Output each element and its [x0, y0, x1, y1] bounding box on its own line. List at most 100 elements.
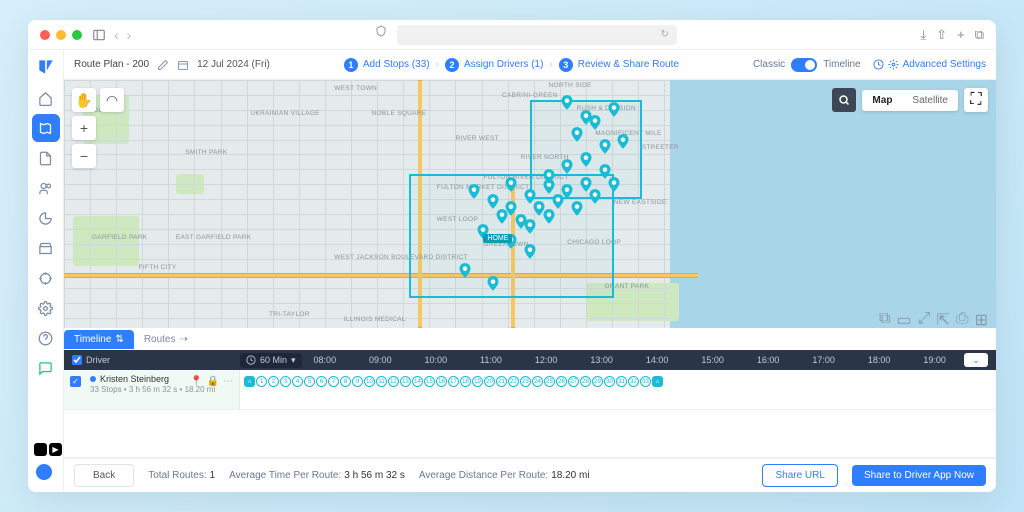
- stop-chip[interactable]: 27: [568, 376, 579, 387]
- close-icon[interactable]: [40, 30, 50, 40]
- map-pin[interactable]: [580, 152, 591, 167]
- stop-home[interactable]: ⌂: [244, 376, 255, 387]
- stop-home[interactable]: ⌂: [652, 376, 663, 387]
- stop-chip[interactable]: 19: [472, 376, 483, 387]
- stop-chip[interactable]: 18: [460, 376, 471, 387]
- driver-cell[interactable]: ✓ Kristen Steinberg 33 Stops • 3 h 56 m …: [64, 370, 240, 409]
- nav-back-icon[interactable]: ‹: [114, 27, 119, 43]
- apple-store-icon[interactable]: [34, 443, 47, 456]
- stop-chip[interactable]: 9: [352, 376, 363, 387]
- map-pin[interactable]: [571, 127, 582, 142]
- stop-chip[interactable]: 23: [520, 376, 531, 387]
- more-icon[interactable]: ⋯: [223, 376, 233, 387]
- pan-tool-icon[interactable]: ✋: [72, 88, 96, 112]
- lasso-tool-icon[interactable]: ◠: [100, 88, 124, 112]
- new-tab-icon[interactable]: +: [957, 27, 965, 43]
- copy-icon[interactable]: ⧉: [879, 310, 890, 330]
- stop-chip[interactable]: 11: [376, 376, 387, 387]
- share-driver-app-button[interactable]: Share to Driver App Now: [852, 465, 986, 486]
- stop-chip[interactable]: 8: [340, 376, 351, 387]
- share-url-button[interactable]: Share URL: [762, 464, 837, 487]
- interval-select[interactable]: 60 Min ▾: [240, 353, 302, 368]
- stop-chip[interactable]: 29: [592, 376, 603, 387]
- nav-analytics[interactable]: [32, 204, 60, 232]
- home-marker[interactable]: HOME: [483, 234, 512, 243]
- map-type-toggle[interactable]: Map Satellite: [862, 90, 958, 111]
- minimize-icon[interactable]: [56, 30, 66, 40]
- map-pin[interactable]: [562, 184, 573, 199]
- sidebar-toggle-icon[interactable]: [92, 28, 106, 42]
- nav-store[interactable]: [32, 234, 60, 262]
- map-pin[interactable]: [506, 201, 517, 216]
- stop-chip[interactable]: 10: [364, 376, 375, 387]
- stop-chip[interactable]: 3: [280, 376, 291, 387]
- stop-chip[interactable]: 31: [616, 376, 627, 387]
- map-pin[interactable]: [487, 276, 498, 291]
- map-pin[interactable]: [608, 177, 619, 192]
- stop-chip[interactable]: 1: [256, 376, 267, 387]
- stop-chip[interactable]: 25: [544, 376, 555, 387]
- map-pin[interactable]: [459, 263, 470, 278]
- stop-chip[interactable]: 21: [496, 376, 507, 387]
- stop-chip[interactable]: 6: [316, 376, 327, 387]
- lock-icon[interactable]: 🔒: [207, 376, 219, 387]
- map-pin[interactable]: [590, 189, 601, 204]
- folder-icon[interactable]: ▭: [896, 310, 911, 330]
- url-bar[interactable]: ↻: [397, 25, 677, 45]
- map-pin[interactable]: [608, 102, 619, 117]
- step-add-stops[interactable]: 1Add Stops (33): [344, 58, 430, 72]
- stop-chip[interactable]: 15: [424, 376, 435, 387]
- step-review[interactable]: 3Review & Share Route: [559, 58, 679, 72]
- driver-checkbox[interactable]: ✓: [70, 376, 81, 387]
- map-pin[interactable]: [469, 184, 480, 199]
- stop-chip[interactable]: 26: [556, 376, 567, 387]
- nav-chat[interactable]: [32, 354, 60, 382]
- stop-chip[interactable]: 12: [388, 376, 399, 387]
- stop-chip[interactable]: 30: [604, 376, 615, 387]
- zoom-out-icon[interactable]: −: [72, 144, 96, 168]
- grid-icon[interactable]: ⊞: [975, 310, 988, 330]
- user-avatar[interactable]: [34, 462, 54, 482]
- maximize-icon[interactable]: [72, 30, 82, 40]
- stop-chip[interactable]: 14: [412, 376, 423, 387]
- nav-settings[interactable]: [32, 294, 60, 322]
- map-pin[interactable]: [525, 244, 536, 259]
- stop-chip[interactable]: 22: [508, 376, 519, 387]
- nav-documents[interactable]: [32, 144, 60, 172]
- export-icon[interactable]: ⇱: [936, 310, 949, 330]
- reload-icon[interactable]: ↻: [661, 29, 669, 40]
- fullscreen-icon[interactable]: ⛶: [964, 88, 988, 112]
- nav-target[interactable]: [32, 264, 60, 292]
- nav-route[interactable]: [32, 114, 60, 142]
- tabs-icon[interactable]: ⧉: [975, 27, 984, 43]
- stop-chip[interactable]: 20: [484, 376, 495, 387]
- map-pin[interactable]: [543, 169, 554, 184]
- stop-chip[interactable]: 24: [532, 376, 543, 387]
- pin-icon[interactable]: 📍: [190, 376, 202, 387]
- advanced-settings-link[interactable]: Advanced Settings: [873, 59, 986, 70]
- collapse-panel-icon[interactable]: ⌄: [964, 353, 988, 367]
- map-pin[interactable]: [506, 177, 517, 192]
- zoom-in-icon[interactable]: +: [72, 116, 96, 140]
- select-all-checkbox[interactable]: [72, 355, 82, 365]
- stop-chip[interactable]: 13: [400, 376, 411, 387]
- map-search-button[interactable]: [832, 88, 856, 112]
- stop-chip[interactable]: 4: [292, 376, 303, 387]
- map-canvas[interactable]: WEST TOWN UKRAINIAN VILLAGE NOBLE SQUARE…: [64, 80, 996, 328]
- stop-chip[interactable]: 28: [580, 376, 591, 387]
- stop-chip[interactable]: 5: [304, 376, 315, 387]
- stop-chip[interactable]: 17: [448, 376, 459, 387]
- stop-chip[interactable]: 33: [640, 376, 651, 387]
- shield-icon[interactable]: [375, 25, 387, 37]
- app-logo[interactable]: [35, 56, 57, 78]
- stop-chip[interactable]: 2: [268, 376, 279, 387]
- nav-drivers[interactable]: [32, 174, 60, 202]
- nav-home[interactable]: [32, 84, 60, 112]
- stop-chip[interactable]: 7: [328, 376, 339, 387]
- map-pin[interactable]: [571, 201, 582, 216]
- expand-icon[interactable]: ⤢: [918, 310, 931, 330]
- share-icon[interactable]: ⇧: [936, 27, 947, 43]
- map-pin[interactable]: [543, 209, 554, 224]
- play-store-icon[interactable]: ▶: [49, 443, 62, 456]
- map-pin[interactable]: [580, 110, 591, 125]
